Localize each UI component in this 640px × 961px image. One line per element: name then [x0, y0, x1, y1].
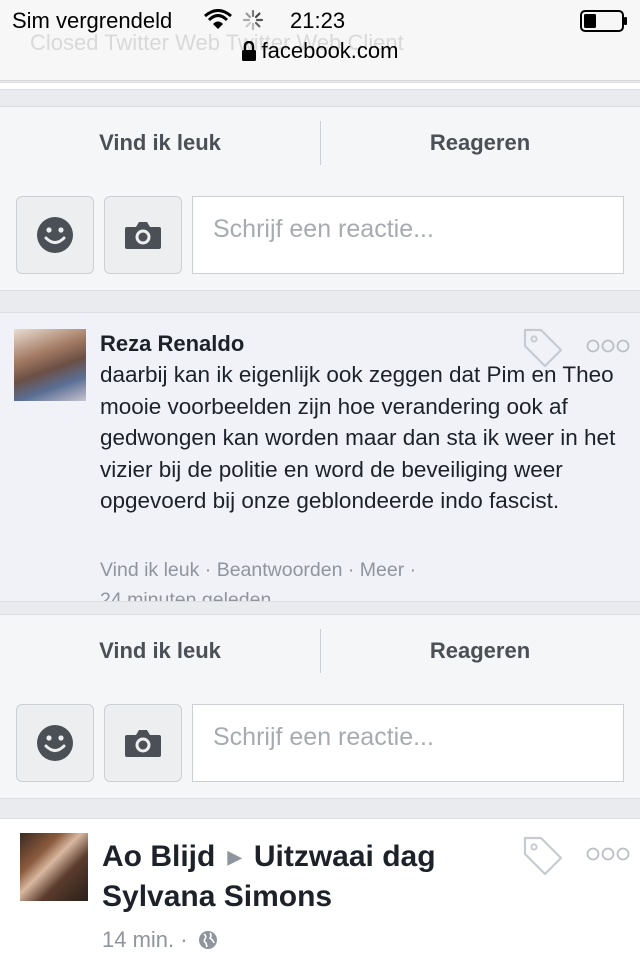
post-timestamp[interactable]: 14 min. ·: [102, 927, 188, 952]
more-icon[interactable]: [586, 847, 630, 861]
url-text: facebook.com: [261, 38, 399, 63]
comment-text: daarbij kan ik eigenlijk ook zeggen dat …: [100, 362, 616, 513]
comment-actions[interactable]: Vind ik leuk · Beantwoorden · Meer ·: [100, 559, 416, 582]
wifi-icon: [204, 9, 232, 29]
photo-button[interactable]: [104, 704, 182, 782]
carrier-label: Sim vergrendeld: [12, 8, 173, 33]
lock-icon: [241, 41, 256, 61]
photo-button[interactable]: [104, 196, 182, 274]
smiley-icon: [37, 725, 73, 761]
post-card: Ao Blijd ▶ Uitzwaai dag Sylvana Simons 1…: [0, 818, 640, 961]
emoji-button[interactable]: [16, 196, 94, 274]
like-button[interactable]: Vind ik leuk: [0, 615, 320, 687]
battery-icon: [580, 10, 627, 32]
post-action-bar: Vind ik leuk Reageren: [0, 106, 640, 180]
camera-icon: [125, 730, 161, 757]
camera-icon: [125, 222, 161, 249]
url-bar[interactable]: facebook.com: [0, 38, 640, 64]
post-meta: 14 min. ·: [102, 927, 218, 953]
comment-timestamp: 24 minuten geleden: [100, 589, 272, 602]
comment-input[interactable]: Schrijf een reactie...: [192, 704, 624, 782]
comment-author[interactable]: Reza Renaldo: [100, 331, 244, 357]
comment-composer: Schrijf een reactie...: [0, 686, 640, 799]
comment-input[interactable]: Schrijf een reactie...: [192, 196, 624, 274]
comment-button[interactable]: Reageren: [320, 615, 640, 687]
smiley-icon: [37, 217, 73, 253]
tag-icon[interactable]: [522, 835, 564, 877]
previous-card-edge: [0, 82, 640, 90]
comment-card: Reza Renaldo daarbij kan ik eigenlijk oo…: [0, 312, 640, 602]
avatar[interactable]: [20, 833, 88, 901]
comment-composer: Schrijf een reactie...: [0, 178, 640, 291]
loading-icon: [242, 9, 264, 31]
comment-button[interactable]: Reageren: [320, 107, 640, 179]
post-action-bar: Vind ik leuk Reageren: [0, 614, 640, 688]
globe-icon: [198, 931, 217, 949]
emoji-button[interactable]: [16, 704, 94, 782]
browser-chrome: Closed Twitter Web Twitter Web Client Si…: [0, 0, 640, 81]
more-icon[interactable]: [586, 339, 630, 353]
clock: 21:23: [290, 8, 346, 33]
post-title: Ao Blijd ▶ Uitzwaai dag Sylvana Simons: [102, 837, 542, 916]
like-button[interactable]: Vind ik leuk: [0, 107, 320, 179]
avatar[interactable]: [14, 329, 86, 401]
arrow-icon: ▶: [227, 847, 242, 867]
post-author[interactable]: Ao Blijd: [102, 840, 215, 873]
